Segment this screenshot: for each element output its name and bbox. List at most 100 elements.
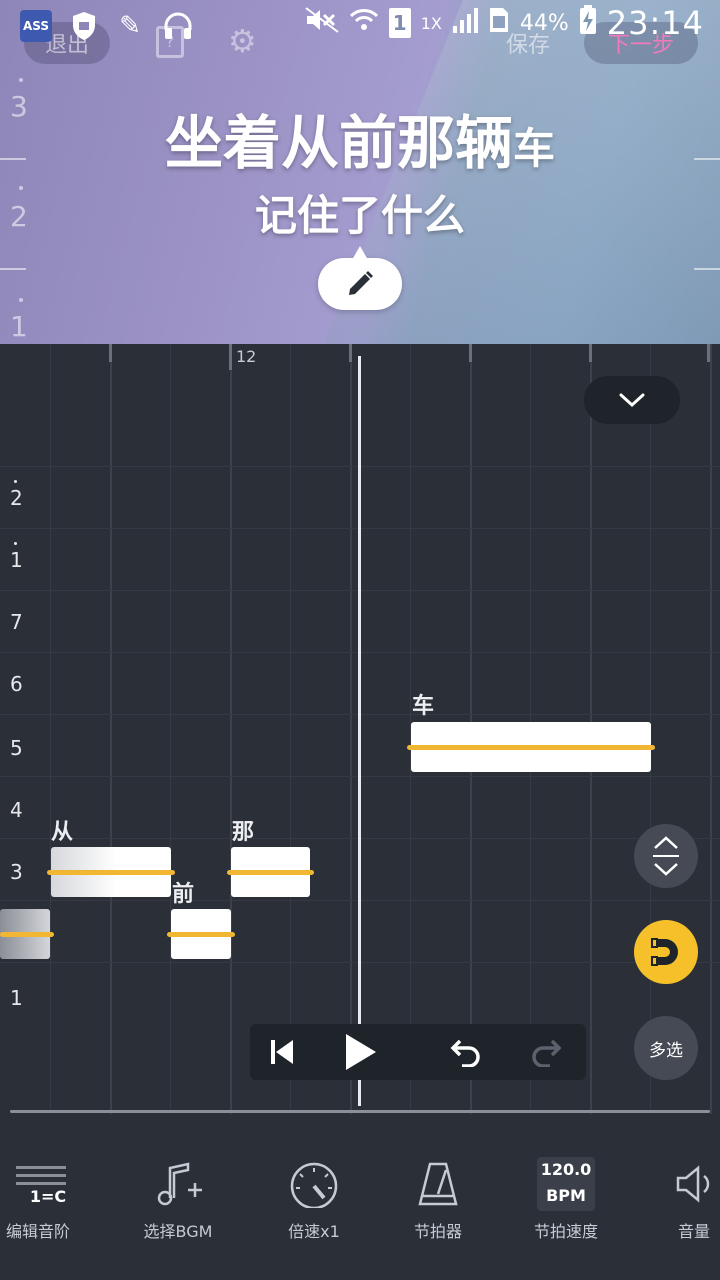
tool-label: 节拍速度 — [533, 1222, 598, 1241]
expand-vertical-icon — [653, 836, 679, 876]
bpm-unit: BPM — [546, 1186, 586, 1205]
snap-magnet-button[interactable] — [634, 920, 698, 984]
pitch-line — [47, 870, 175, 875]
bar-tick — [707, 344, 710, 362]
skip-to-start-button[interactable] — [260, 1030, 304, 1074]
scale-badge: 1=C — [30, 1187, 66, 1206]
banner-ruler-label: 1 — [10, 310, 28, 343]
transport-controls — [250, 1024, 586, 1080]
select-bgm-tool[interactable]: 选择BGM — [118, 1156, 238, 1256]
pencil-icon: ✎ — [119, 11, 141, 41]
clock: 23:14 — [606, 4, 704, 42]
play-icon — [346, 1034, 376, 1070]
signal-icon — [452, 6, 478, 40]
lyric-line-current: 坐着从前那辆车 — [0, 96, 720, 180]
bar-tick — [349, 344, 352, 362]
lyric-line-next: 记住了什么 — [254, 191, 465, 240]
note-lyric-char: 那 — [232, 820, 255, 845]
sim-slot-indicator: 1 — [388, 8, 411, 38]
vertical-scroll-button[interactable] — [634, 824, 698, 888]
grid-line — [230, 344, 232, 1114]
bpm-display: 120.0 BPM — [537, 1157, 595, 1211]
magnet-icon — [651, 938, 678, 966]
bar-number-label: 12 — [236, 347, 257, 366]
piano-roll[interactable]: 12 2 1 7 6 5 4 3 2 1 从 前 那 车 — [0, 344, 720, 1114]
multi-select-button[interactable]: 多选 — [634, 1016, 698, 1080]
lyric-line-current-main: 坐着从前那辆 — [164, 109, 513, 177]
pitch-line — [407, 745, 655, 750]
banner-ruler-dot — [19, 78, 23, 82]
battery-percent: 44% — [519, 10, 569, 36]
status-bar: ASS ✎ 1 1X 44% 23:14 — [0, 0, 720, 52]
banner-ruler-dot — [19, 298, 23, 302]
speedometer-icon — [254, 1156, 374, 1212]
network-speed-indicator: 1X — [420, 13, 442, 33]
pitch-label: 6 — [10, 672, 23, 696]
edit-lyrics-button[interactable] — [318, 246, 402, 310]
bpm-value: 120.0 — [540, 1160, 592, 1179]
metronome-icon — [378, 1156, 498, 1212]
pitch-label: 4 — [10, 798, 23, 822]
bpm-icon: 120.0 BPM — [506, 1156, 626, 1212]
bpm-tool[interactable]: 120.0 BPM 节拍速度 — [506, 1156, 626, 1256]
music-note-add-icon — [118, 1156, 238, 1212]
grid-line — [350, 344, 352, 1114]
bottom-toolbar: 1=C 编辑音阶 选择BGM 倍速x1 节拍器 120.0 BPM 节拍速度 音… — [0, 1114, 720, 1280]
note-block[interactable] — [47, 847, 175, 897]
playhead[interactable] — [358, 356, 361, 1106]
shield-icon — [68, 10, 100, 42]
play-button[interactable] — [338, 1030, 382, 1074]
volume-icon — [634, 1156, 720, 1212]
tool-label: 倍速x1 — [288, 1222, 340, 1241]
metronome-tool[interactable]: 节拍器 — [378, 1156, 498, 1256]
pencil-icon — [349, 271, 373, 295]
note-lyric-char: 车 — [412, 694, 435, 719]
playback-speed-tool[interactable]: 倍速x1 — [254, 1156, 374, 1256]
grid-line — [110, 344, 112, 1114]
note-lyric-char: 从 — [51, 820, 74, 845]
pitch-label: 3 — [10, 860, 23, 884]
note-block[interactable] — [407, 722, 655, 772]
timeline-progress-bar[interactable] — [10, 1110, 710, 1113]
app-notification-icon: ASS — [20, 10, 52, 42]
headphones-icon — [162, 10, 194, 42]
note-lyric-char: 前 — [172, 882, 195, 907]
edit-scale-tool[interactable]: 1=C 编辑音阶 — [0, 1156, 98, 1256]
octave-dot — [14, 542, 17, 545]
tool-label: 节拍器 — [413, 1222, 462, 1241]
bar-tick — [469, 344, 472, 362]
skip-start-icon — [271, 1040, 293, 1064]
pitch-label: 2 — [10, 486, 23, 510]
tool-label: 编辑音阶 — [5, 1222, 70, 1241]
redo-button[interactable] — [524, 1030, 568, 1074]
undo-button[interactable] — [444, 1030, 488, 1074]
note-block[interactable] — [167, 909, 235, 959]
note-block[interactable] — [227, 847, 314, 897]
pitch-label: 5 — [10, 736, 23, 760]
mute-icon — [305, 7, 339, 39]
banner-ruler-tick — [694, 268, 720, 270]
pitch-label: 1 — [10, 548, 23, 572]
volume-tool[interactable]: 音量 — [634, 1156, 720, 1256]
grid-line — [290, 344, 291, 1114]
status-right-group: 1 1X 44% 23:14 — [305, 4, 704, 42]
wifi-icon — [349, 6, 379, 40]
grid-line — [170, 344, 171, 1114]
lyric-line-current-tail: 车 — [513, 124, 556, 173]
sim-card-icon — [488, 6, 510, 40]
collapse-button[interactable] — [584, 376, 680, 424]
redo-icon — [532, 1039, 562, 1067]
bar-tick — [229, 344, 232, 370]
pitch-line — [0, 932, 54, 937]
octave-dot — [14, 480, 17, 483]
undo-icon — [450, 1039, 480, 1067]
chevron-down-icon — [619, 393, 645, 408]
note-block[interactable] — [0, 909, 54, 959]
tool-label: 音量 — [677, 1222, 710, 1241]
pitch-line — [167, 932, 235, 937]
bar-tick — [109, 344, 112, 362]
tool-label: 选择BGM — [143, 1222, 213, 1241]
bar-tick — [589, 344, 592, 362]
lyric-banner: 3 2 1 退出 ? ⚙ 保存 下一步 ASS ✎ 1 1X 44% 23:14… — [0, 0, 720, 344]
scale-icon: 1=C — [0, 1156, 98, 1212]
